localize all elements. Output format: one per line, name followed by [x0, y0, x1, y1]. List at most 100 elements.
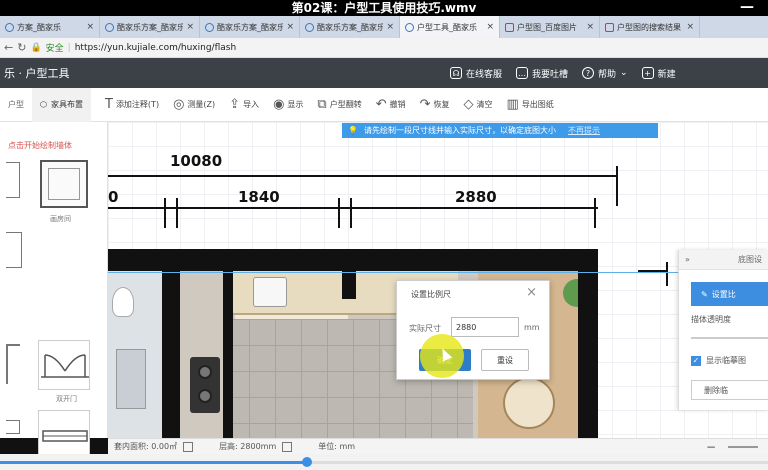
door-item-fragment[interactable] — [6, 344, 20, 384]
close-tab-icon[interactable]: × — [386, 22, 394, 32]
progress-knob[interactable] — [302, 457, 313, 467]
zoom-out-icon[interactable]: − — [706, 440, 716, 454]
browser-tab[interactable]: 酷家乐方案_酷家乐 × — [200, 16, 300, 38]
height-readout: 层高: 2800mm — [219, 442, 277, 451]
close-tab-icon[interactable]: × — [686, 22, 694, 32]
unit-select[interactable]: 单位: mm — [318, 441, 355, 452]
show-underlay-checkbox[interactable]: ✓ 显示临摹图 — [691, 355, 768, 366]
room-item-fragment[interactable] — [6, 232, 22, 268]
close-tab-icon[interactable]: × — [586, 22, 594, 32]
tab-title: 户型图_百度图片 — [517, 22, 577, 32]
tool-label: 导出图纸 — [521, 100, 554, 109]
edit-height-icon[interactable] — [282, 441, 293, 452]
video-progress-bar[interactable] — [0, 454, 768, 470]
delete-underlay-button[interactable]: 删除临 — [691, 380, 768, 400]
address-bar[interactable]: ← ↻ 🔒 安全 | https://yun.kujiale.com/huxin… — [0, 38, 768, 58]
shower-icon — [116, 349, 146, 409]
zoom-slider[interactable] — [728, 445, 758, 448]
tab-furniture[interactable]: ⬡ 家具布置 — [32, 87, 91, 122]
tab-huxing[interactable]: 户型 — [0, 88, 32, 122]
tab-title: 方案_酷家乐 — [17, 22, 61, 32]
toilet-icon — [112, 287, 134, 317]
tool-icon: ▥ — [506, 97, 519, 112]
close-tab-icon[interactable]: × — [286, 22, 294, 32]
tool-icon: ⧉ — [317, 97, 327, 112]
tool-button[interactable]: ◎ 测量(Z) — [173, 97, 215, 112]
scale-guide-line[interactable] — [108, 272, 768, 273]
tool-button[interactable]: ⇪ 导入 — [229, 97, 259, 112]
tab-title: 酷家乐方案_酷家乐 — [317, 22, 384, 32]
tool-icon: ◎ — [173, 97, 185, 112]
new-button[interactable]: + 新建 — [641, 67, 676, 80]
tab-favicon-icon — [405, 22, 414, 32]
browser-tab[interactable]: 方案_酷家乐 × — [0, 16, 100, 38]
draw-room-label: 画房间 — [50, 215, 71, 223]
browser-tab[interactable]: 户型图的搜索结果 × — [600, 16, 700, 38]
tool-icon: ↷ — [419, 97, 431, 112]
browser-tab[interactable]: 户型图_百度图片 × — [500, 16, 600, 38]
minimize-button[interactable]: — — [740, 0, 754, 14]
dim-b[interactable]: 2880 — [455, 188, 497, 206]
reset-button[interactable]: 重设 — [481, 349, 529, 371]
stove-icon — [190, 357, 220, 413]
tool-button[interactable]: ↷ 恢复 — [420, 97, 450, 112]
reload-icon[interactable]: ↻ — [17, 41, 26, 54]
help-button[interactable]: ? 帮助 ⌄ — [582, 67, 628, 80]
close-tab-icon[interactable]: × — [186, 22, 194, 32]
tool-button[interactable]: ⧉ 户型翻转 — [317, 97, 361, 112]
tool-label: 测量(Z) — [187, 100, 216, 109]
dim-a[interactable]: 1840 — [238, 188, 280, 206]
back-icon[interactable]: ← — [4, 41, 13, 54]
panel-header: » 底图设 — [679, 250, 768, 270]
scale-dialog: 设置比例尺 × 实际尺寸 2880 mm 确定 重设 — [396, 280, 550, 380]
dining-table-icon — [503, 377, 555, 429]
tool-label: 恢复 — [433, 100, 450, 109]
tool-button[interactable]: ◉ 显示 — [273, 97, 303, 112]
secure-label: 安全 — [45, 44, 64, 54]
wall-stub — [342, 271, 356, 299]
window-item-fragment[interactable] — [6, 420, 20, 434]
tool-button[interactable]: T 添加注释(T) — [105, 97, 159, 112]
dim-total[interactable]: 10080 — [170, 152, 222, 170]
browser-tab[interactable]: 酷家乐方案_酷家乐 × — [300, 16, 400, 38]
tab-favicon-icon — [605, 22, 614, 32]
double-door-item[interactable] — [38, 340, 90, 390]
dim-line-segments — [108, 207, 598, 209]
browser-tab[interactable]: 酷家乐方案_酷家乐 × — [100, 16, 200, 38]
tool-button[interactable]: ▥ 导出图纸 — [507, 97, 554, 112]
window-item[interactable] — [38, 410, 90, 460]
online-service-button[interactable]: ☊ 在线客服 — [450, 67, 502, 80]
tool-icon: ◉ — [273, 97, 285, 112]
wall-item-fragment[interactable] — [6, 162, 20, 198]
collapse-icon[interactable]: » — [685, 255, 690, 264]
url-text[interactable]: https://yun.kujiale.com/huxing/flash — [75, 43, 236, 53]
edit-area-icon[interactable] — [183, 441, 194, 452]
tool-icon: ◇ — [463, 97, 474, 112]
checkbox-icon: ✓ — [691, 355, 701, 366]
tab-favicon-icon — [205, 22, 214, 32]
tab-title: 户型工具_酷家乐 — [417, 22, 477, 32]
draw-room-item[interactable] — [40, 160, 88, 208]
help-icon: ? — [582, 67, 595, 79]
opacity-slider[interactable] — [691, 337, 768, 339]
wall-right — [578, 271, 598, 438]
double-door-label: 双开门 — [56, 395, 77, 403]
set-scale-button[interactable]: ✎ 设置比 — [691, 282, 768, 306]
browser-tab[interactable]: 户型工具_酷家乐 × — [400, 16, 500, 38]
feedback-button[interactable]: … 我要吐槽 — [516, 67, 568, 80]
dim-c[interactable]: 0 — [108, 188, 118, 206]
actual-size-input[interactable]: 2880 — [451, 317, 519, 337]
close-tab-icon[interactable]: × — [86, 22, 94, 32]
tool-button[interactable]: ◇ 清空 — [464, 97, 493, 112]
tool-icon: ↶ — [375, 97, 387, 112]
close-tab-icon[interactable]: × — [486, 22, 494, 32]
dim-tick — [338, 198, 340, 228]
tab-favicon-icon — [105, 22, 114, 32]
headset-icon: ☊ — [450, 67, 462, 79]
draw-wall-hint[interactable]: 点击开始绘制墙体 — [8, 140, 72, 151]
browser-tab-bar: 方案_酷家乐 × 酷家乐方案_酷家乐 × 酷家乐方案_酷家乐 × 酷家乐方案_酷家乐 × 户型工… — [0, 16, 768, 38]
url-separator: | — [67, 42, 71, 53]
close-icon[interactable]: × — [526, 285, 537, 300]
tool-button[interactable]: ↶ 撤销 — [376, 97, 406, 112]
dismiss-notice-link[interactable]: 不再提示 — [568, 125, 600, 136]
